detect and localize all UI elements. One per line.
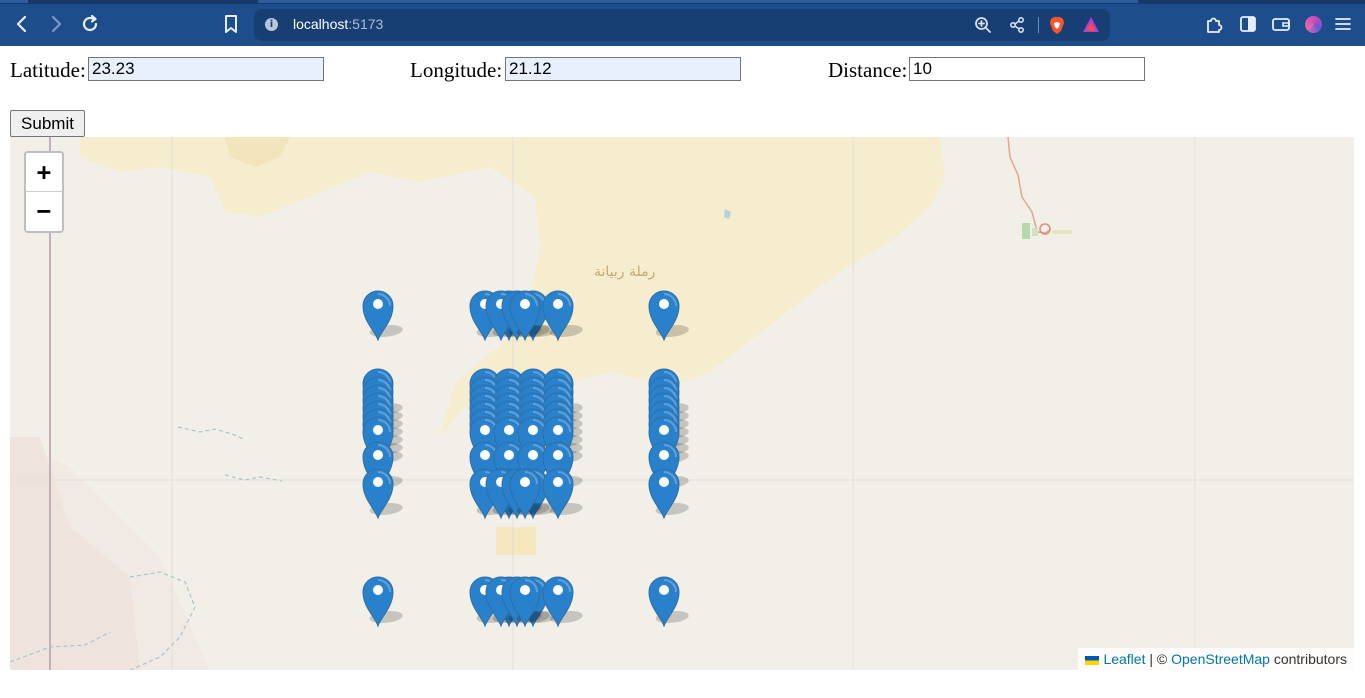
map-marker[interactable]: [508, 573, 550, 629]
map-pin-icon: [362, 468, 403, 520]
site-info-icon[interactable]: i: [265, 18, 278, 31]
map-attribution: Leaflet | © OpenStreetMap contributors: [1078, 648, 1354, 670]
map-pin-icon: [362, 576, 403, 628]
distance-label: Distance:: [828, 58, 908, 82]
map-pin-icon: [362, 290, 403, 342]
map-pin-icon: [648, 576, 689, 628]
map-pin-icon: [648, 468, 689, 520]
map-pin-icon: [509, 468, 550, 520]
reload-icon: [82, 14, 98, 32]
profile-avatar[interactable]: [1305, 16, 1322, 33]
tab-strip: [0, 0, 1365, 4]
zoom-control: + −: [24, 151, 64, 233]
back-button[interactable]: [10, 12, 34, 36]
bookmark-button[interactable]: [219, 12, 243, 36]
map-marker[interactable]: [361, 465, 403, 521]
zoom-icon[interactable]: [973, 15, 993, 35]
share-icon[interactable]: [1007, 15, 1027, 35]
submit-button[interactable]: Submit: [10, 110, 85, 137]
rewards-icon[interactable]: [1081, 15, 1101, 35]
forward-button[interactable]: [44, 12, 68, 36]
zoom-in-button[interactable]: +: [26, 153, 62, 192]
map-pin-icon: [648, 290, 689, 342]
longitude-label: Longitude:: [410, 58, 503, 82]
menu-icon[interactable]: [1332, 13, 1354, 35]
brave-shields-icon[interactable]: [1047, 15, 1067, 35]
map-marker[interactable]: [647, 573, 689, 629]
wallet-icon[interactable]: [1270, 13, 1292, 35]
chevron-left-icon: [16, 15, 27, 33]
map[interactable]: رملة ربيانة + − Leaflet | © OpenStreetMa…: [10, 137, 1354, 670]
address-bar[interactable]: i localhost:5173: [254, 9, 1110, 41]
ukraine-flag-icon: [1085, 656, 1100, 665]
url-divider: [1038, 17, 1039, 33]
map-marker[interactable]: [508, 465, 550, 521]
latitude-label: Latitude:: [10, 58, 86, 82]
reload-button[interactable]: [78, 12, 102, 36]
browser-toolbar: i localhost:5173: [0, 0, 1365, 46]
url-host: localhost: [293, 16, 349, 32]
map-pin-icon: [509, 576, 550, 628]
map-pin-icon: [509, 290, 550, 342]
leaflet-link[interactable]: Leaflet: [1103, 651, 1145, 667]
sidebar-icon[interactable]: [1237, 13, 1259, 35]
extensions-icon[interactable]: [1203, 13, 1225, 35]
map-marker[interactable]: [647, 287, 689, 343]
attribution-suffix: contributors: [1269, 651, 1347, 667]
map-marker[interactable]: [361, 573, 403, 629]
chevron-right-icon: [51, 15, 62, 33]
distance-input[interactable]: [909, 57, 1145, 81]
latitude-input[interactable]: [88, 57, 324, 81]
map-marker[interactable]: [361, 287, 403, 343]
map-marker[interactable]: [647, 465, 689, 521]
zoom-out-button[interactable]: −: [26, 192, 62, 231]
attribution-separator: | ©: [1145, 651, 1172, 667]
url-port: :5173: [348, 16, 384, 32]
map-marker[interactable]: [508, 287, 550, 343]
url-text[interactable]: localhost:5173: [293, 16, 383, 32]
bookmark-icon: [225, 15, 237, 33]
place-label: رملة ربيانة: [594, 264, 656, 280]
longitude-input[interactable]: [505, 57, 741, 81]
openstreetmap-link[interactable]: OpenStreetMap: [1171, 651, 1270, 667]
